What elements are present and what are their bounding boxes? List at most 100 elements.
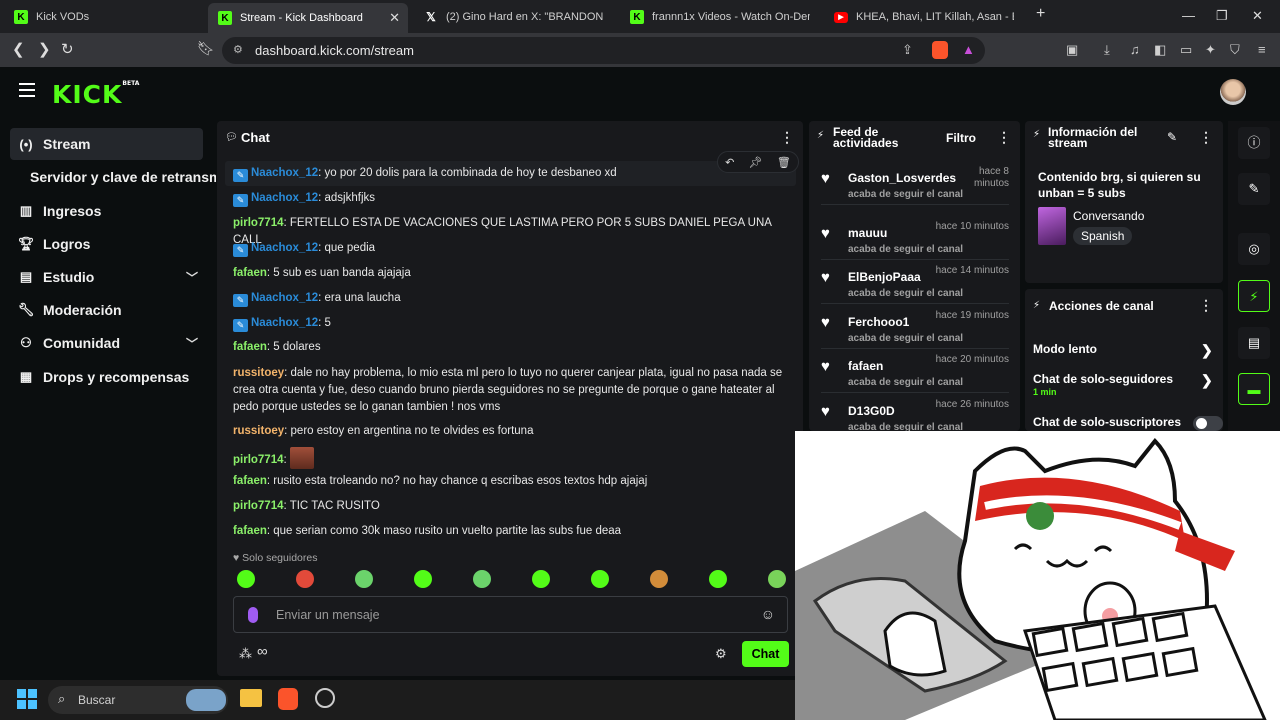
chat-username[interactable]: fafaen	[233, 475, 267, 487]
chat-bubble-icon[interactable]: ▬	[1238, 373, 1270, 405]
chat-username[interactable]: Naachox_12	[251, 167, 318, 179]
mic-icon[interactable]	[248, 607, 258, 623]
chat-message-input[interactable]: Enviar un mensaje ☺	[233, 596, 788, 633]
chat-message[interactable]: fafaen: 5 sub es uan banda ajajaja	[233, 265, 788, 282]
followers-chat-row[interactable]: Chat de solo-seguidores 1 min ❯	[1033, 372, 1213, 397]
chat-message[interactable]: pirlo7714: TIC TAC RUSITO	[233, 498, 788, 515]
sidebar-item-estudio[interactable]: ▤ Estudio ﹀	[10, 261, 203, 293]
undo-icon[interactable]: ↶	[725, 156, 734, 169]
browser-tab-active[interactable]: K Stream - Kick Dashboard ✕	[208, 3, 408, 33]
subs-chat-toggle[interactable]	[1193, 416, 1223, 431]
pin-icon[interactable]: 📌︎	[749, 156, 763, 169]
chat-message[interactable]: russitoey: dale no hay problema, lo mio …	[233, 365, 788, 416]
edit-icon[interactable]: ✎	[1167, 130, 1177, 144]
download-icon[interactable]: ⤓	[1104, 42, 1110, 58]
bookmark-icon[interactable]: 🔖︎	[197, 40, 215, 57]
chat-message[interactable]: ✎ Naachox_12: que pedia	[233, 240, 788, 257]
sidebar-item-moderacion[interactable]: 🔧︎ Moderación	[10, 294, 203, 326]
send-chat-button[interactable]: Chat	[742, 641, 789, 667]
close-icon[interactable]: ✕	[389, 10, 400, 26]
notes-icon[interactable]: ▤	[1238, 327, 1270, 359]
chat-message[interactable]: ✎ Naachox_12: era una laucha	[233, 290, 788, 307]
chat-options-icon[interactable]: ⋮	[780, 129, 794, 146]
feed-username[interactable]: Ferchooo1	[848, 315, 909, 329]
music-icon[interactable]: ♫	[1130, 42, 1140, 57]
emote-button[interactable]	[414, 570, 432, 588]
site-info-icon[interactable]: ⚙	[233, 43, 243, 56]
chat-message[interactable]: fafaen: que serian como 30k maso rusito …	[233, 523, 788, 540]
category-name[interactable]: Conversando	[1073, 209, 1144, 223]
chat-username[interactable]: fafaen	[233, 525, 267, 537]
browser-tab[interactable]: ▶ KHEA, Bhavi, LIT Killah, Asan - EL DON	[824, 4, 1024, 30]
wallet-icon[interactable]: ▭	[1180, 42, 1192, 58]
emote-button[interactable]	[591, 570, 609, 588]
infinity-icon[interactable]: ∞	[257, 643, 268, 660]
camera-icon[interactable]: ◎	[1238, 233, 1270, 265]
sidebar-toggle-icon[interactable]: ◧	[1154, 42, 1166, 58]
share-icon[interactable]: ⇪	[902, 42, 913, 58]
slow-mode-row[interactable]: Modo lento ❯	[1033, 342, 1213, 358]
chat-message[interactable]: russitoey: pero estoy en argentina no te…	[233, 423, 788, 440]
sidebar-item-comunidad[interactable]: ⚇ Comunidad ﹀	[10, 327, 203, 359]
feed-username[interactable]: ElBenjoPaaa	[848, 270, 921, 284]
chat-username[interactable]: pirlo7714	[233, 500, 284, 512]
emote-button[interactable]	[532, 570, 550, 588]
browser-tab[interactable]: K Kick VODs	[4, 4, 204, 30]
rewards-icon[interactable]: ▲	[962, 42, 975, 57]
chat-username[interactable]: Naachox_12	[251, 317, 318, 329]
emote-button[interactable]	[768, 570, 786, 588]
emote-button[interactable]	[650, 570, 668, 588]
taskbar-search[interactable]: ⌕ Buscar	[48, 686, 228, 714]
forward-icon[interactable]: ❯	[38, 40, 51, 58]
maximize-icon[interactable]: ❐	[1216, 8, 1228, 24]
reader-icon[interactable]: ▣	[1066, 42, 1078, 58]
feed-username[interactable]: fafaen	[848, 359, 883, 373]
reload-icon[interactable]: ↻	[61, 40, 74, 58]
info-icon[interactable]: ⓘ	[1238, 127, 1270, 159]
chat-username[interactable]: pirlo7714	[233, 217, 284, 229]
chat-username[interactable]: fafaen	[233, 341, 267, 353]
chat-message[interactable]: pirlo7714:	[233, 447, 788, 469]
chat-message[interactable]: ✎ Naachox_12: 5	[233, 315, 788, 332]
chat-message[interactable]: ✎ Naachox_12: yo por 20 dolis para la com…	[233, 165, 788, 182]
new-tab-icon[interactable]: +	[1036, 5, 1045, 23]
browser-tab[interactable]: 𝕏 (2) Gino Hard en X: "BRANDON CARL	[414, 4, 614, 30]
chat-username[interactable]: russitoey	[233, 367, 284, 379]
vpn-icon[interactable]: ⛉	[1230, 42, 1240, 58]
stream-info-options-icon[interactable]: ⋮	[1199, 129, 1213, 146]
emote-button[interactable]	[355, 570, 373, 588]
chat-message[interactable]: fafaen: rusito esta troleando no? no hay…	[233, 473, 788, 490]
bolt-icon[interactable]: ⚡︎	[1238, 280, 1270, 312]
channel-actions-options-icon[interactable]: ⋮	[1199, 297, 1213, 314]
trash-icon[interactable]: 🗑︎	[777, 156, 791, 169]
chat-username[interactable]: pirlo7714	[233, 454, 284, 466]
back-icon[interactable]: ❮	[12, 40, 25, 58]
sidebar-item-stream[interactable]: (•) Stream	[10, 128, 203, 160]
chat-username[interactable]: Naachox_12	[251, 242, 318, 254]
points-icon[interactable]: ⁂	[239, 646, 252, 662]
emote-button[interactable]	[709, 570, 727, 588]
sidebar-item-server-key[interactable]: Servidor y clave de retransmisión	[10, 161, 216, 193]
chat-username[interactable]: Naachox_12	[251, 192, 318, 204]
edit-icon[interactable]: ✎	[1238, 173, 1270, 205]
kick-logo[interactable]: KICKBETA	[52, 80, 139, 109]
file-explorer-icon[interactable]	[240, 689, 262, 707]
brave-shield-icon[interactable]	[932, 41, 948, 59]
chat-message[interactable]: fafaen: 5 dolares	[233, 339, 788, 356]
menu-icon[interactable]: ≡	[1258, 42, 1266, 57]
avatar[interactable]	[1220, 79, 1246, 105]
leo-icon[interactable]: ✦	[1205, 42, 1216, 58]
brave-browser-icon[interactable]	[278, 688, 298, 710]
emote-button[interactable]	[473, 570, 491, 588]
chat-message[interactable]: ✎ Naachox_12: adsjkhfjks	[233, 190, 788, 207]
emoji-icon[interactable]: ☺	[761, 606, 775, 622]
feed-filter-button[interactable]: Filtro	[946, 131, 976, 145]
address-bar[interactable]: ⚙ dashboard.kick.com/stream ⇪ ▲	[222, 37, 985, 64]
sidebar-item-logros[interactable]: 🏆︎ Logros	[10, 228, 203, 260]
windows-start-icon[interactable]	[17, 689, 37, 709]
sidebar-item-drops[interactable]: ▦ Drops y recompensas	[10, 361, 203, 393]
chat-username[interactable]: fafaen	[233, 267, 267, 279]
window-close-icon[interactable]: ✕	[1252, 8, 1263, 24]
gear-icon[interactable]: ⚙	[715, 646, 727, 662]
obs-icon[interactable]	[315, 688, 335, 708]
